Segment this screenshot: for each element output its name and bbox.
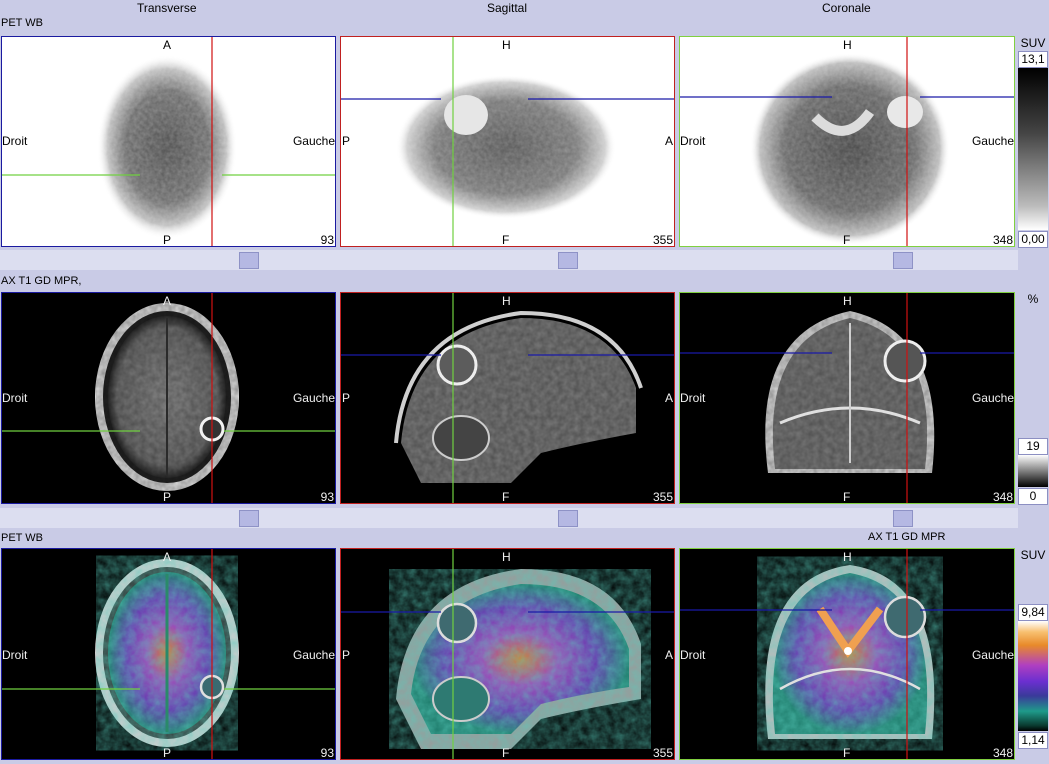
colorbar-pet[interactable] [1018, 68, 1048, 230]
orient-top: H [502, 550, 511, 564]
orient-bottom: F [843, 746, 851, 760]
orient-bottom: F [502, 746, 510, 760]
orient-top: H [502, 294, 511, 308]
orient-right: Gauche [971, 648, 1014, 662]
orient-right: Gauche [292, 134, 335, 148]
orient-right: Gauche [292, 391, 335, 405]
slice-number: 355 [652, 490, 673, 504]
slice-number: 348 [992, 746, 1013, 760]
viewport-fusion-coronal[interactable]: H F Droit Gauche 348 [679, 548, 1015, 760]
orient-right: A [664, 648, 673, 662]
viewport-mr-transverse[interactable]: A P Droit Gauche 93 [1, 292, 336, 504]
orient-right: Gauche [971, 134, 1014, 148]
colorbar-unit: SUV [1020, 548, 1046, 562]
orient-top: A [163, 38, 172, 52]
row-label-mr: AX T1 GD MPR, [1, 275, 82, 287]
viewport-mr-coronal[interactable]: H F Droit Gauche 348 [679, 292, 1015, 504]
orient-bottom: P [163, 490, 172, 504]
viewport-pet-coronal[interactable]: H F Droit Gauche 348 [679, 36, 1015, 247]
slice-number: 348 [992, 490, 1013, 504]
orient-left: P [342, 391, 351, 405]
orient-right: Gauche [971, 391, 1014, 405]
mr-coronal-image [680, 293, 1014, 503]
fusion-transverse-image [2, 549, 335, 759]
viewport-fusion-transverse[interactable]: A P Droit Gauche 93 [1, 548, 336, 760]
orient-left: P [342, 648, 351, 662]
colorbar-min[interactable]: 1,14 [1018, 732, 1048, 749]
orient-top: H [843, 38, 852, 52]
orient-right: A [664, 134, 673, 148]
slider-knob-transverse[interactable] [239, 510, 259, 527]
colorbar-max[interactable]: 9,84 [1018, 604, 1048, 621]
slice-number: 93 [320, 233, 334, 247]
colorbar-mr[interactable] [1018, 455, 1048, 487]
fusion-coronal-image [680, 549, 1014, 759]
slice-number: 348 [992, 233, 1013, 247]
slider-knob-coronal[interactable] [893, 252, 913, 269]
viewport-fusion-sagittal[interactable]: H F P A 355 [340, 548, 675, 760]
colorbar-unit: SUV [1020, 36, 1046, 50]
orient-right: Gauche [292, 648, 335, 662]
row-label-pet: PET WB [1, 17, 43, 29]
orient-bottom: F [502, 490, 510, 504]
orient-bottom: F [843, 490, 851, 504]
colorbar-fusion[interactable] [1018, 621, 1048, 731]
slider-knob-coronal[interactable] [893, 510, 913, 527]
row-label-fusion-right: AX T1 GD MPR [868, 531, 946, 543]
orient-top: H [843, 294, 852, 308]
orient-bottom: F [502, 233, 510, 247]
slider-strip-2 [0, 508, 1018, 528]
slice-number: 355 [652, 746, 673, 760]
colorbar-min[interactable]: 0,00 [1018, 231, 1048, 248]
slider-knob-transverse[interactable] [239, 252, 259, 269]
orient-left: Droit [2, 648, 28, 662]
colorbar-max[interactable]: 19 [1018, 438, 1048, 455]
orient-top: H [843, 550, 852, 564]
mr-sagittal-image [341, 293, 674, 503]
fusion-sagittal-image [341, 549, 674, 759]
slider-strip-1 [0, 250, 1018, 270]
orient-left: Droit [680, 391, 706, 405]
slice-number: 93 [320, 490, 334, 504]
slider-knob-sagittal[interactable] [558, 252, 578, 269]
orient-right: A [664, 391, 673, 405]
slider-knob-sagittal[interactable] [558, 510, 578, 527]
orient-bottom: F [843, 233, 851, 247]
orient-left: Droit [680, 134, 706, 148]
orient-top: A [163, 550, 172, 564]
viewport-pet-transverse[interactable]: A P Droit Gauche 93 [1, 36, 336, 247]
pet-sagittal-image [341, 37, 674, 246]
orient-left: Droit [680, 648, 706, 662]
row-label-fusion-left: PET WB [1, 532, 43, 544]
orient-left: Droit [2, 391, 28, 405]
orient-bottom: P [163, 233, 172, 247]
orient-left: P [342, 134, 351, 148]
pet-transverse-image [2, 37, 335, 246]
orient-left: Droit [2, 134, 28, 148]
header-coronal: Coronale [822, 1, 871, 15]
pet-coronal-image [680, 37, 1014, 246]
orient-top: A [163, 294, 172, 308]
colorbar-min[interactable]: 0 [1018, 488, 1048, 505]
mr-transverse-image [2, 293, 335, 503]
orient-bottom: P [163, 746, 172, 760]
header-sagittal: Sagittal [487, 1, 528, 15]
colorbar-max[interactable]: 13,1 [1018, 51, 1048, 68]
slice-number: 93 [320, 746, 334, 760]
viewport-mr-sagittal[interactable]: H F P A 355 [340, 292, 675, 504]
viewport-pet-sagittal[interactable]: H F P A 355 [340, 36, 675, 247]
colorbar-unit: % [1027, 292, 1039, 306]
header-transverse: Transverse [137, 1, 197, 15]
orient-top: H [502, 38, 511, 52]
slice-number: 355 [652, 233, 673, 247]
